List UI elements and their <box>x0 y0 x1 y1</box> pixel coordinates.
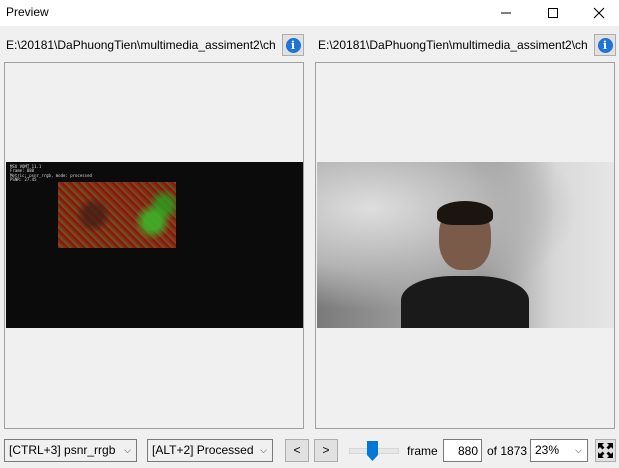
close-button[interactable] <box>576 0 619 26</box>
left-file-path: E:\20181\DaPhuongTien\multimedia_assimen… <box>6 38 276 52</box>
title-bar: Preview <box>0 0 619 26</box>
left-preview-panel[interactable]: MSU VQMT 11.1 Frame: 880 Metric: psnr_rr… <box>4 62 304 429</box>
fullscreen-button[interactable] <box>595 439 616 462</box>
next-frame-button[interactable]: > <box>314 439 338 462</box>
right-file-path: E:\20181\DaPhuongTien\multimedia_assimen… <box>318 38 588 52</box>
metric-select[interactable]: [CTRL+3] psnr_rrgb ⌵ <box>4 439 137 462</box>
metric-visualization-frame: MSU VQMT 11.1 Frame: 880 Metric: psnr_rr… <box>6 162 303 328</box>
mode-select[interactable]: [ALT+2] Processed ⌵ <box>147 439 273 462</box>
metric-overlay-text: MSU VQMT 11.1 Frame: 880 Metric: psnr_rr… <box>10 164 92 183</box>
right-preview-panel[interactable] <box>315 62 615 429</box>
difference-map-image <box>58 182 176 248</box>
info-icon: i <box>597 37 613 53</box>
close-icon <box>593 7 605 19</box>
bottom-toolbar: [CTRL+3] psnr_rrgb ⌵ [ALT+2] Processed ⌵… <box>0 437 619 465</box>
minimize-icon <box>501 12 511 14</box>
frame-total-label: of 1873 <box>487 444 528 458</box>
frame-number-input[interactable] <box>443 439 482 462</box>
frame-label: frame <box>407 444 438 458</box>
left-path-bar: E:\20181\DaPhuongTien\multimedia_assimen… <box>4 34 280 56</box>
mode-select-value: [ALT+2] Processed <box>152 443 254 457</box>
prev-frame-button[interactable]: < <box>285 439 309 462</box>
chevron-down-icon: ⌵ <box>575 445 582 455</box>
chevron-down-icon: ⌵ <box>260 445 267 455</box>
zoom-select-value: 23% <box>535 443 560 457</box>
minimize-button[interactable] <box>483 0 529 26</box>
fullscreen-icon <box>598 443 613 458</box>
person-image <box>401 201 529 328</box>
right-info-button[interactable]: i <box>594 34 616 56</box>
right-path-bar: E:\20181\DaPhuongTien\multimedia_assimen… <box>316 34 592 56</box>
info-icon: i <box>285 37 301 53</box>
zoom-select[interactable]: 23% ⌵ <box>530 439 588 462</box>
slider-thumb[interactable] <box>367 441 378 461</box>
source-video-frame <box>317 162 614 328</box>
left-info-button[interactable]: i <box>282 34 304 56</box>
chevron-down-icon: ⌵ <box>124 445 131 455</box>
frame-slider[interactable] <box>349 439 399 462</box>
window-title: Preview <box>6 5 49 19</box>
maximize-icon <box>548 8 558 18</box>
maximize-button[interactable] <box>530 0 576 26</box>
metric-select-value: [CTRL+3] psnr_rrgb <box>9 443 116 457</box>
